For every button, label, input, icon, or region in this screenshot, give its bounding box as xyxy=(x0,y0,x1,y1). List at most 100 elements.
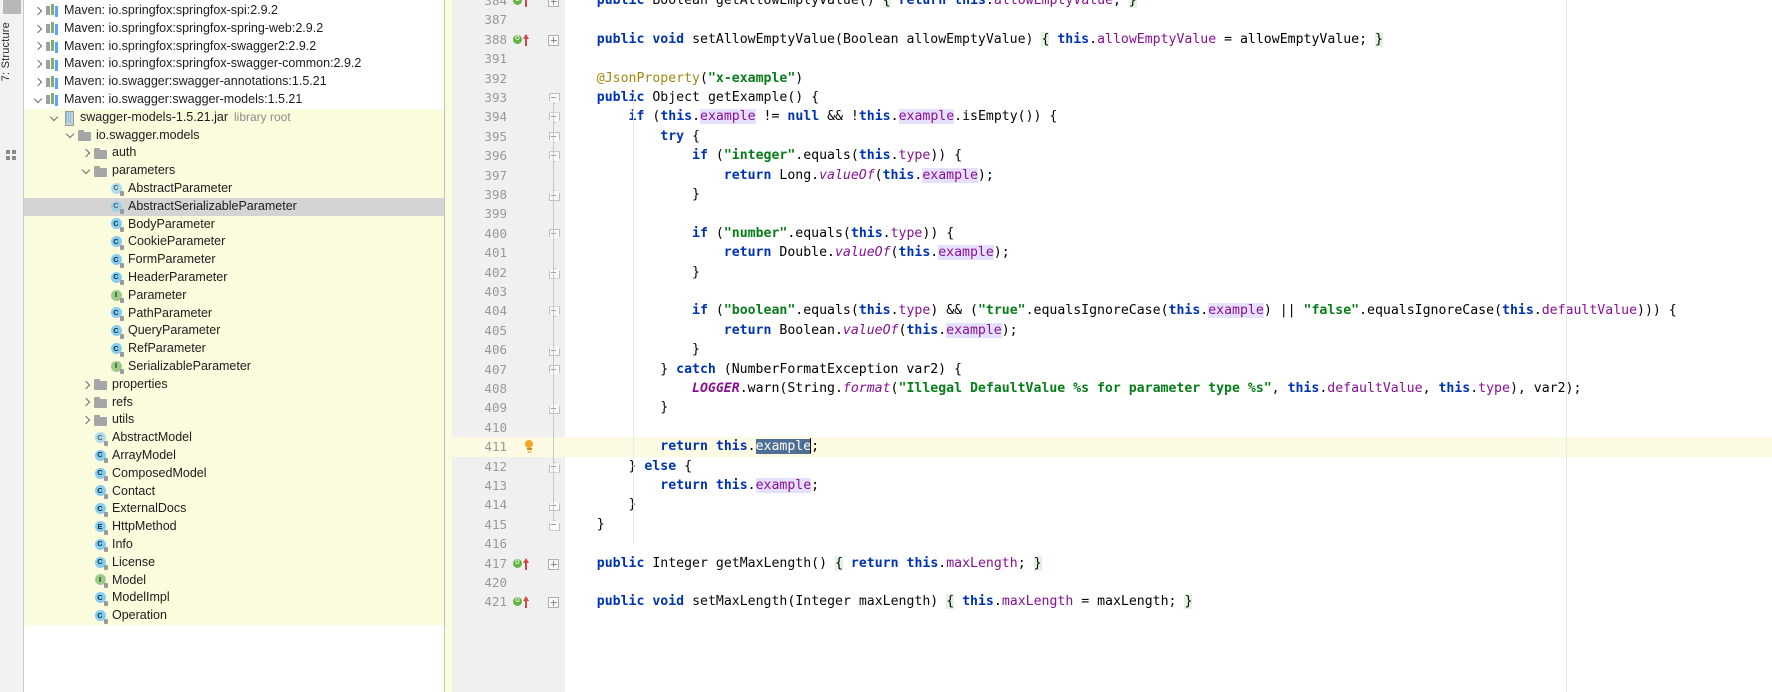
overriding-arrow-icon[interactable] xyxy=(523,596,529,609)
code-line[interactable] xyxy=(565,573,1772,592)
override-method-icon[interactable] xyxy=(513,557,535,570)
tree-item[interactable]: BodyParameter xyxy=(24,215,444,234)
gutter-line[interactable]: 410 xyxy=(452,418,565,437)
gutter-line[interactable]: 404 xyxy=(452,301,565,320)
gutter-line[interactable]: 394 xyxy=(452,107,565,126)
code-line[interactable]: } xyxy=(565,495,1772,514)
gutter-line[interactable]: 398 xyxy=(452,185,565,204)
tree-item[interactable]: refs xyxy=(24,393,444,412)
tree-item[interactable]: io.swagger.models xyxy=(24,126,444,145)
tree-item[interactable]: utils xyxy=(24,411,444,430)
tree-item[interactable]: Contact xyxy=(24,482,444,501)
gutter-line[interactable]: 407 xyxy=(452,360,565,379)
fold-plus-icon[interactable] xyxy=(548,597,559,609)
gutter-line[interactable]: 415 xyxy=(452,515,565,534)
gutter-line[interactable]: 403 xyxy=(452,282,565,301)
gutter-line[interactable]: 397 xyxy=(452,166,565,185)
tree-item[interactable]: AbstractParameter xyxy=(24,180,444,198)
tree-item[interactable]: swagger-models-1.5.21.jar library root xyxy=(24,108,444,127)
gutter-line[interactable]: 395 xyxy=(452,127,565,146)
tree-item[interactable]: CookieParameter xyxy=(24,233,444,252)
tree-item[interactable]: ExternalDocs xyxy=(24,500,444,519)
code-line[interactable]: public void setMaxLength(Integer maxLeng… xyxy=(565,592,1772,611)
gutter-line[interactable]: 421 xyxy=(452,592,565,611)
code-line[interactable]: return Double.valueOf(this.example); xyxy=(565,243,1772,262)
code-line[interactable]: public Object getExample() { xyxy=(565,88,1772,107)
fold-plus-icon[interactable] xyxy=(548,0,559,7)
tree-item[interactable]: Info xyxy=(24,536,444,554)
chevron-right-icon[interactable] xyxy=(33,41,44,52)
code-line[interactable] xyxy=(565,49,1772,68)
chevron-right-icon[interactable] xyxy=(81,379,92,390)
editor-gutter[interactable]: 384 387 388 391 392 393 394 395 396 397 398 399 400 4… xyxy=(452,0,565,692)
code-line[interactable]: @JsonProperty("x-example") xyxy=(565,69,1772,88)
fold-open-icon[interactable] xyxy=(549,520,558,531)
tree-item[interactable]: auth xyxy=(24,144,444,163)
gutter-line[interactable]: 384 xyxy=(452,0,565,10)
code-line[interactable] xyxy=(565,282,1772,301)
implements-marker-icon[interactable] xyxy=(513,0,522,5)
tree-item[interactable]: QueryParameter xyxy=(24,322,444,341)
lightbulb-intention-icon[interactable] xyxy=(523,440,536,453)
code-line[interactable]: } xyxy=(565,340,1772,359)
chevron-right-icon[interactable] xyxy=(33,77,44,88)
project-tree[interactable]: Maven: io.springfox:springfox-spi:2.9.2 M… xyxy=(24,0,445,692)
gutter-line[interactable]: 405 xyxy=(452,321,565,340)
tree-item[interactable]: RefParameter xyxy=(24,340,444,358)
chevron-right-icon[interactable] xyxy=(81,415,92,426)
tree-item[interactable]: Parameter xyxy=(24,286,444,305)
gutter-line[interactable]: 399 xyxy=(452,204,565,223)
override-method-icon[interactable] xyxy=(513,33,535,46)
tree-item[interactable]: Maven: io.springfox:springfox-swagger2:2… xyxy=(24,38,444,56)
code-line[interactable] xyxy=(565,418,1772,437)
code-line[interactable]: if ("integer".equals(this.type)) { xyxy=(565,146,1772,165)
tree-item[interactable]: Operation xyxy=(24,607,444,625)
gutter-line[interactable]: 392 xyxy=(452,69,565,88)
code-line[interactable]: } catch (NumberFormatException var2) { xyxy=(565,360,1772,379)
tree-item[interactable]: HttpMethod xyxy=(24,518,444,536)
override-method-icon[interactable] xyxy=(513,596,535,609)
code-line[interactable]: public void setAllowEmptyValue(Boolean a… xyxy=(565,30,1772,49)
code-line[interactable] xyxy=(565,204,1772,223)
tree-item[interactable]: License xyxy=(24,553,444,572)
chevron-right-icon[interactable] xyxy=(81,397,92,408)
gutter-line[interactable]: 406 xyxy=(452,340,565,359)
code-line[interactable]: return this.example; xyxy=(565,476,1772,495)
chevron-down-icon[interactable] xyxy=(65,130,76,141)
chevron-right-icon[interactable] xyxy=(33,59,44,70)
tree-item[interactable]: AbstractSerializableParameter xyxy=(24,197,444,216)
tree-item[interactable]: ComposedModel xyxy=(24,464,444,483)
fold-plus-icon[interactable] xyxy=(548,558,559,570)
tree-item[interactable]: HeaderParameter xyxy=(24,269,444,287)
chevron-right-icon[interactable] xyxy=(33,23,44,34)
code-line[interactable]: LOGGER.warn(String.format("Illegal Defau… xyxy=(565,379,1772,398)
tree-item[interactable]: PathParameter xyxy=(24,304,444,323)
code-line[interactable]: return this.example; xyxy=(565,437,1772,456)
code-line[interactable]: public Boolean getAllowEmptyValue() { re… xyxy=(565,0,1772,10)
overriding-arrow-icon[interactable] xyxy=(523,33,529,46)
tree-item[interactable]: Model xyxy=(24,571,444,590)
gutter-line[interactable]: 413 xyxy=(452,476,565,495)
gutter-line[interactable]: 416 xyxy=(452,534,565,553)
code-line[interactable]: if ("boolean".equals(this.type) && ("tru… xyxy=(565,301,1772,320)
tree-item[interactable]: Maven: io.swagger:swagger-models:1.5.21 xyxy=(24,91,444,109)
override-method-icon[interactable] xyxy=(513,0,535,7)
tree-item[interactable]: ArrayModel xyxy=(24,447,444,465)
gutter-line[interactable]: 391 xyxy=(452,49,565,68)
chevron-right-icon[interactable] xyxy=(33,5,44,16)
overriding-arrow-icon[interactable] xyxy=(523,557,529,570)
tree-item[interactable]: Maven: io.springfox:springfox-swagger-co… xyxy=(24,55,444,73)
tree-item[interactable]: Maven: io.swagger:swagger-annotations:1.… xyxy=(24,73,444,91)
code-line[interactable]: if (this.example != null && !this.exampl… xyxy=(565,107,1772,126)
tree-item[interactable]: Maven: io.springfox:springfox-spring-web… xyxy=(24,20,444,38)
tree-item[interactable]: Maven: io.springfox:springfox-spi:2.9.2 xyxy=(24,2,444,20)
chevron-down-icon[interactable] xyxy=(49,112,60,123)
gutter-line[interactable]: 408 xyxy=(452,379,565,398)
tab-structure[interactable]: 7: Structure xyxy=(0,22,24,142)
tree-item[interactable]: SerializableParameter xyxy=(24,358,444,376)
gutter-line[interactable]: 411 xyxy=(452,437,565,457)
code-line[interactable] xyxy=(565,534,1772,553)
gutter-line[interactable]: 396 xyxy=(452,146,565,165)
code-line[interactable] xyxy=(565,10,1772,29)
implements-marker-icon[interactable] xyxy=(513,558,522,568)
